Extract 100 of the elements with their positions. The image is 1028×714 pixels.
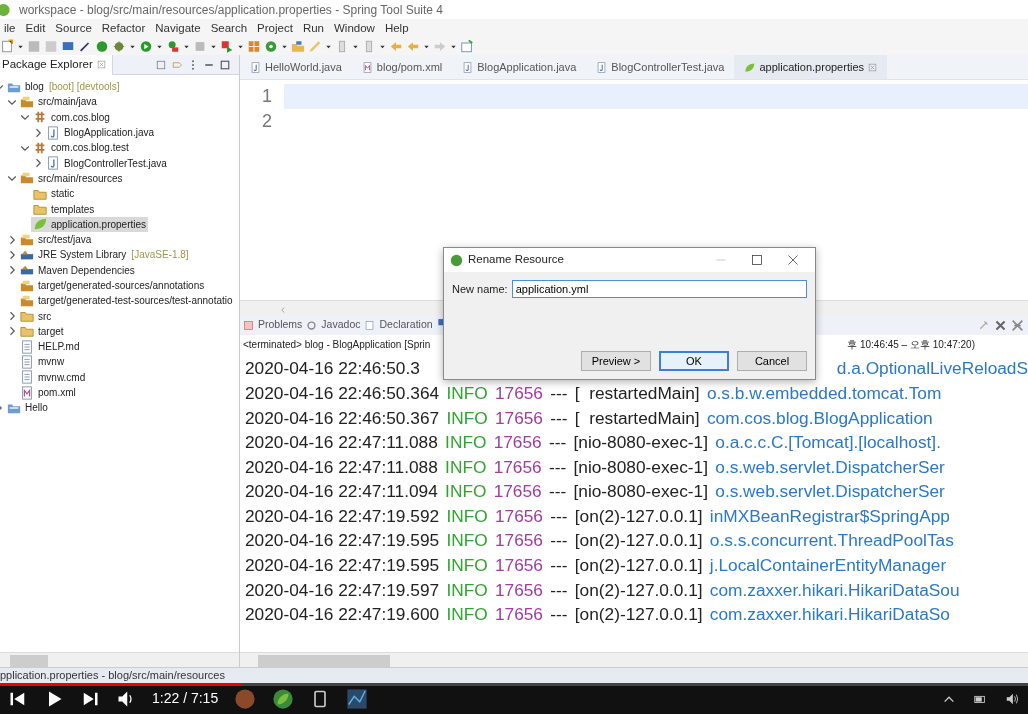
decoration-label: [JavaSE-1.8] xyxy=(131,248,189,263)
dialog-button[interactable]: Preview > xyxy=(581,351,651,371)
circle-app-icon[interactable] xyxy=(234,687,257,710)
dialog-button[interactable]: OK xyxy=(659,351,729,371)
tree-item[interactable]: mvnw.cmd xyxy=(18,369,88,385)
name-input-field[interactable]: application.yml xyxy=(511,280,807,298)
tree-item[interactable]: HELP.md xyxy=(18,339,82,355)
log-separator: --- xyxy=(548,431,567,455)
thread-name: [on(2)-127.0.0.1] xyxy=(574,529,703,553)
menu-item[interactable]: Help xyxy=(380,19,415,38)
close-icon[interactable] xyxy=(787,254,799,266)
file-icon xyxy=(20,339,34,354)
editor-tab[interactable]: BlogApplication.java xyxy=(452,55,587,79)
log-separator: --- xyxy=(550,529,568,553)
tree-item[interactable]: pom.xml xyxy=(18,385,78,401)
progress-track[interactable] xyxy=(0,683,1028,686)
external-tool-icon xyxy=(220,39,234,54)
menu-item[interactable]: Window xyxy=(330,19,381,38)
folder-icon xyxy=(20,309,34,324)
chart-app-icon[interactable] xyxy=(346,687,369,710)
thread-name: [nio-8080-exec-1] xyxy=(573,480,708,504)
tree-item[interactable]: application.properties xyxy=(31,216,149,232)
log-level: INFO xyxy=(445,431,487,455)
thread-name: [on(2)-127.0.0.1] xyxy=(574,504,703,528)
tree-item[interactable]: blog xyxy=(5,79,46,95)
horizontal-scrollbar[interactable] xyxy=(240,652,1028,667)
log-separator: --- xyxy=(550,578,568,602)
remove-all-icon[interactable] xyxy=(1011,318,1024,332)
editor-tab[interactable]: BlogControllerTest.java xyxy=(586,55,735,79)
menu-item[interactable]: Source xyxy=(51,19,98,38)
tree-item[interactable]: BlogApplication.java xyxy=(44,125,157,141)
horizontal-scrollbar[interactable] xyxy=(0,652,239,667)
log-level: INFO xyxy=(446,603,488,627)
menu-item[interactable]: Search xyxy=(206,19,254,38)
run-server-icon xyxy=(166,39,180,54)
java-file-icon xyxy=(46,156,60,171)
scroll-thumb[interactable] xyxy=(10,655,48,667)
view-tab[interactable]: Problems xyxy=(243,317,303,333)
log-level: INFO xyxy=(446,406,488,430)
tree-item[interactable]: Hello xyxy=(5,400,50,416)
close-icon[interactable] xyxy=(994,318,1007,332)
tree-item[interactable]: static xyxy=(31,186,77,202)
problems-icon xyxy=(243,319,254,331)
logger-name: o.s.s.concurrent.ThreadPoolTas xyxy=(709,529,954,553)
tree-item[interactable]: JRE System Library xyxy=(18,247,129,263)
menu-item[interactable]: Navigate xyxy=(151,19,207,38)
leaf-app-icon[interactable] xyxy=(272,687,295,710)
tree-item[interactable]: src/test/java xyxy=(18,232,94,248)
process-id: 17656 xyxy=(493,455,542,479)
tree-item[interactable]: target/generated-test-sources/test-annotatio xyxy=(18,293,235,309)
source-folder-icon xyxy=(20,293,34,308)
menu-item[interactable]: Edit xyxy=(21,19,52,38)
dialog-button[interactable]: Cancel xyxy=(737,351,807,371)
menu-item[interactable]: Refactor xyxy=(97,19,152,38)
tree-item[interactable]: target xyxy=(18,323,66,339)
log-timestamp: 2020-04-16 22:46:50.367 xyxy=(245,406,440,430)
scroll-thumb[interactable] xyxy=(258,655,390,667)
tree-item[interactable]: src/main/java xyxy=(18,94,99,110)
editor-tab[interactable]: blog/pom.xml xyxy=(351,55,453,79)
speaker-icon[interactable] xyxy=(1004,691,1020,706)
maximize-icon[interactable] xyxy=(219,58,231,71)
open-folder-icon xyxy=(291,39,305,54)
menu-item[interactable]: ile xyxy=(0,19,22,38)
tree-item[interactable]: com.cos.blog.test xyxy=(31,140,131,156)
declaration-icon xyxy=(364,319,376,331)
tree-item[interactable]: src/main/resources xyxy=(18,170,125,186)
menu-item[interactable]: Project xyxy=(253,19,299,38)
log-timestamp: 2020-04-16 22:47:11.088 xyxy=(245,431,438,455)
log-level: INFO xyxy=(446,381,488,405)
tree-item[interactable]: templates xyxy=(31,201,97,217)
maximize-icon[interactable] xyxy=(751,254,763,266)
tree-item[interactable]: com.cos.blog xyxy=(31,109,112,125)
line-number: 1 xyxy=(261,85,272,108)
log-timestamp: 2020-04-16 22:47:11.094 xyxy=(245,480,438,504)
file-icon xyxy=(20,355,34,369)
editor-tab[interactable]: HelloWorld.java xyxy=(240,55,352,79)
logger-name: d.a.OptionalLiveReloadS xyxy=(836,357,1028,381)
pencil-icon xyxy=(308,39,322,54)
logger-name: inMXBeanRegistrar$SpringApp xyxy=(709,504,950,528)
logger-name: com.cos.blog.BlogApplication xyxy=(706,406,933,430)
line-number: 2 xyxy=(261,110,272,133)
logger-name: o.a.c.c.C.[Tomcat].[localhost]. xyxy=(715,431,941,455)
tree-item[interactable]: Maven Dependencies xyxy=(18,262,137,278)
tree-item[interactable]: src xyxy=(18,308,54,324)
view-tab[interactable]: Javadoc xyxy=(306,317,361,333)
log-timestamp: 2020-04-16 22:47:11.088 xyxy=(245,455,438,479)
log-timestamp: 2020-04-16 22:47:19.597 xyxy=(245,578,440,602)
log-level: INFO xyxy=(445,480,487,504)
tree-item[interactable]: mvnw xyxy=(18,354,67,370)
window-title: workspace - blog/src/main/resources/application.properties - Spring Tool Suite 4 xyxy=(19,1,443,19)
logger-name: o.s.web.servlet.DispatcherSer xyxy=(715,455,945,479)
collapse-all-icon[interactable] xyxy=(155,58,167,71)
log-level: INFO xyxy=(446,578,488,602)
editor-tab[interactable]: application.properties xyxy=(734,55,888,79)
view-tab[interactable]: Declaration xyxy=(364,317,433,333)
tree-item[interactable]: BlogControllerTest.java xyxy=(44,155,169,171)
menu-item[interactable]: Run xyxy=(298,19,330,38)
explorer-tab[interactable]: Package Explorer xyxy=(0,54,113,75)
folder-icon xyxy=(20,324,34,339)
tree-item[interactable]: target/generated-sources/annotations xyxy=(18,278,207,293)
